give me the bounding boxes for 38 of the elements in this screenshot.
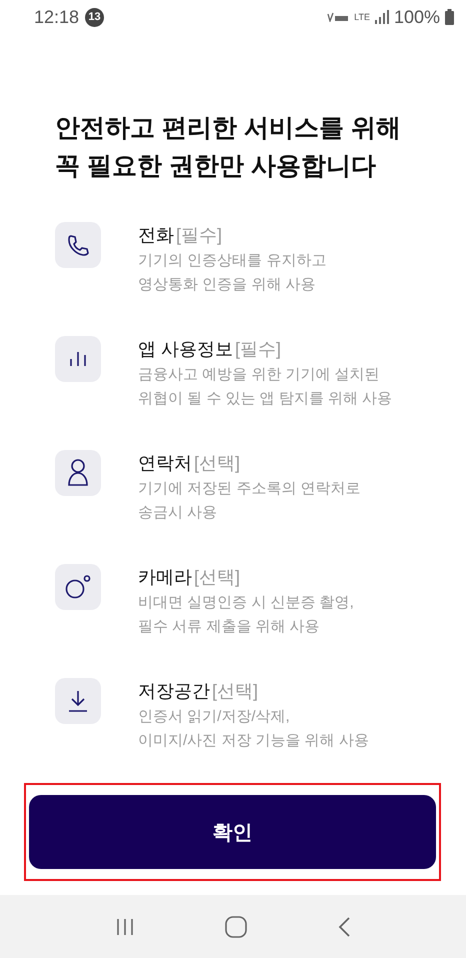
permission-description: 위협이 될 수 있는 앱 탐지를 위해 사용 [138, 389, 392, 409]
lens-icon [65, 575, 91, 599]
permission-description: 이미지/사진 저장 기능을 위해 사용 [138, 731, 369, 751]
download-icon [68, 690, 88, 712]
permission-name: 전화 [138, 224, 174, 247]
permission-description: 비대면 실명인증 시 신분증 촬영, [138, 593, 354, 613]
home-icon[interactable] [224, 916, 247, 938]
status-time: 12:18 [34, 6, 80, 28]
permission-name: 연락처 [138, 452, 192, 475]
page-heading: 꼭 필요한 권한만 사용합니다 [55, 151, 377, 182]
permission-name: 앱 사용정보 [138, 338, 234, 361]
permission-tag: [선택] [194, 450, 240, 476]
permission-tag: [필수] [235, 336, 282, 362]
permission-tag: [선택] [194, 564, 240, 590]
bar-chart-icon [69, 352, 87, 366]
back-icon[interactable] [338, 916, 350, 936]
volte-icon [327, 12, 350, 22]
battery-icon [445, 9, 454, 25]
permission-description: 기기의 인증상태를 유지하고 [138, 251, 326, 271]
page-heading: 안전하고 편리한 서비스를 위해 [55, 113, 402, 144]
permission-description: 기기에 저장된 주소록의 연락처로 [138, 479, 361, 499]
permission-tag: [선택] [212, 678, 258, 704]
phone-icon [66, 233, 90, 257]
signal-icon [374, 10, 389, 24]
confirm-button[interactable]: 확인 [29, 795, 436, 869]
person-icon [67, 459, 89, 487]
permission-description: 영상통화 인증을 위해 사용 [138, 275, 317, 295]
permission-description: 금융사고 예방을 위한 기기에 설치된 [138, 365, 381, 385]
permission-description: 송금시 사용 [138, 503, 218, 523]
notification-badge: 13 [85, 8, 104, 26]
network-type: LTE [354, 12, 370, 22]
recent-apps-icon[interactable] [116, 918, 134, 936]
permission-description: 인증서 읽기/저장/삭제, [138, 707, 291, 727]
permission-description: 필수 서류 제출을 위해 사용 [138, 617, 321, 637]
permission-tag: [필수] [176, 222, 222, 248]
permission-name: 카메라 [138, 566, 192, 589]
permission-name: 저장공간 [138, 680, 210, 703]
battery-level: 100% [394, 6, 440, 28]
